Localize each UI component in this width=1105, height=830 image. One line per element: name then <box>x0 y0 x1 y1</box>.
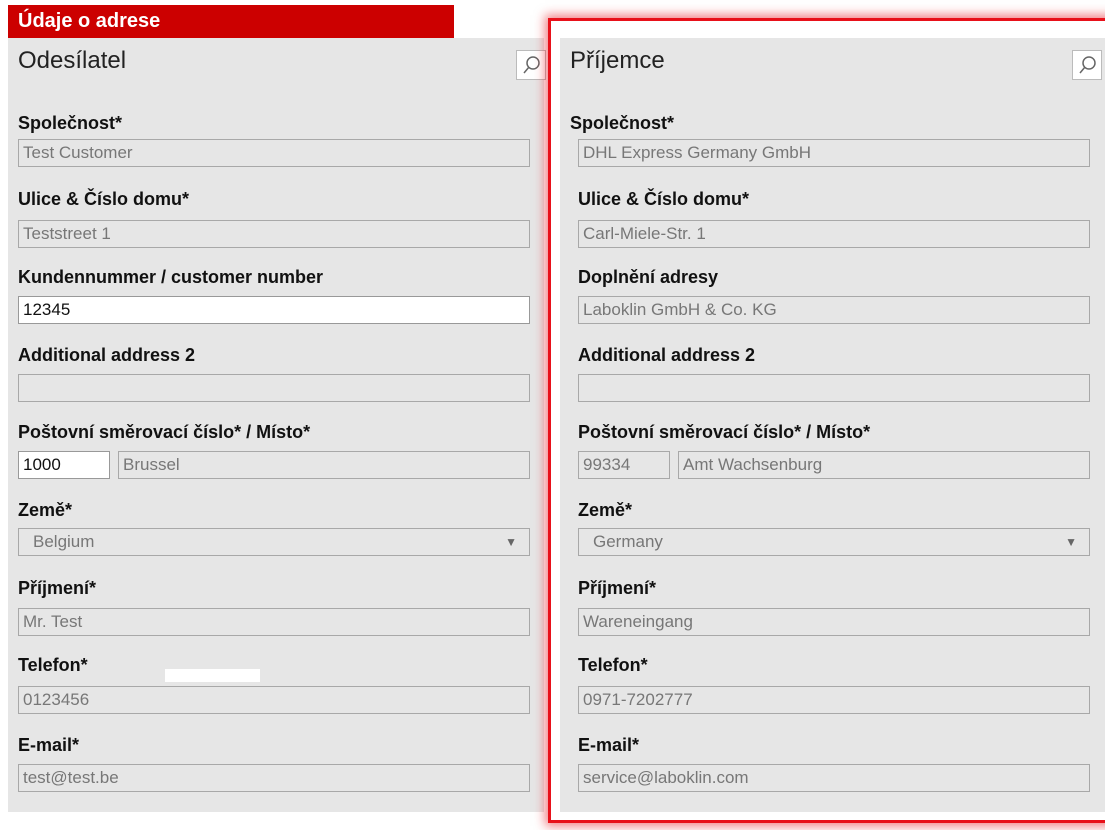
sender-company-label: Společnost* <box>18 113 123 133</box>
recipient-lookup-button[interactable] <box>1072 50 1102 80</box>
recipient-phone-field[interactable] <box>578 686 1090 714</box>
recipient-title: Příjemce <box>570 47 665 74</box>
triangle-down-icon: ▼ <box>1065 535 1077 549</box>
recipient-country-value: Germany <box>593 532 663 551</box>
customer-number-label: Kundennummer / customer number <box>18 267 324 287</box>
recipient-street-label: Ulice & Číslo domu* <box>578 189 750 209</box>
sender-title: Odesílatel <box>18 47 127 74</box>
recipient-email-label: E-mail* <box>578 735 640 755</box>
sender-country-label: Země* <box>18 500 73 520</box>
recipient-country-label: Země* <box>578 500 633 520</box>
recipient-additional1-field[interactable] <box>578 296 1090 324</box>
recipient-company-field[interactable] <box>578 139 1090 167</box>
recipient-zip-city-label: Poštovní směrovací číslo* / Místo* <box>578 422 871 442</box>
recipient-company-label: Společnost* <box>570 113 675 133</box>
recipient-panel: Příjemce Společnost* Ulice & Číslo domu*… <box>560 38 1105 812</box>
recipient-surname-label: Příjmení* <box>578 578 657 598</box>
sender-company-field[interactable] <box>18 139 530 167</box>
sender-phone-label: Telefon* <box>18 655 88 675</box>
sender-email-field[interactable] <box>18 764 530 792</box>
sender-additional2-field[interactable] <box>18 374 530 402</box>
sender-panel: Odesílatel Společnost* Ulice & Číslo dom… <box>8 38 546 812</box>
customer-number-field[interactable] <box>18 296 530 324</box>
sender-street-field[interactable] <box>18 220 530 248</box>
recipient-phone-label: Telefon* <box>578 655 648 675</box>
section-title: Údaje o adrese <box>8 5 454 38</box>
sender-country-select[interactable]: Belgium ▼ <box>18 528 530 556</box>
magnifier-icon <box>1079 56 1096 74</box>
sender-surname-field[interactable] <box>18 608 530 636</box>
sender-country-value: Belgium <box>33 532 95 551</box>
sender-lookup-button[interactable] <box>516 50 546 80</box>
recipient-street-field[interactable] <box>578 220 1090 248</box>
magnifier-icon <box>523 56 540 74</box>
recipient-additional1-label: Doplnění adresy <box>578 267 719 287</box>
sender-email-label: E-mail* <box>18 735 80 755</box>
triangle-down-icon: ▼ <box>505 535 517 549</box>
sender-phone-field[interactable] <box>18 686 530 714</box>
recipient-city-field[interactable] <box>678 451 1090 479</box>
recipient-country-select[interactable]: Germany ▼ <box>578 528 1090 556</box>
recipient-email-field[interactable] <box>578 764 1090 792</box>
redaction-box <box>165 669 260 682</box>
recipient-zip-field[interactable] <box>578 451 670 479</box>
sender-city-field[interactable] <box>118 451 530 479</box>
recipient-additional2-field[interactable] <box>578 374 1090 402</box>
recipient-additional2-label: Additional address 2 <box>578 345 756 365</box>
sender-surname-label: Příjmení* <box>18 578 97 598</box>
sender-street-label: Ulice & Číslo domu* <box>18 189 190 209</box>
recipient-surname-field[interactable] <box>578 608 1090 636</box>
sender-additional2-label: Additional address 2 <box>18 345 196 365</box>
sender-zip-field[interactable] <box>18 451 110 479</box>
sender-zip-city-label: Poštovní směrovací číslo* / Místo* <box>18 422 311 442</box>
